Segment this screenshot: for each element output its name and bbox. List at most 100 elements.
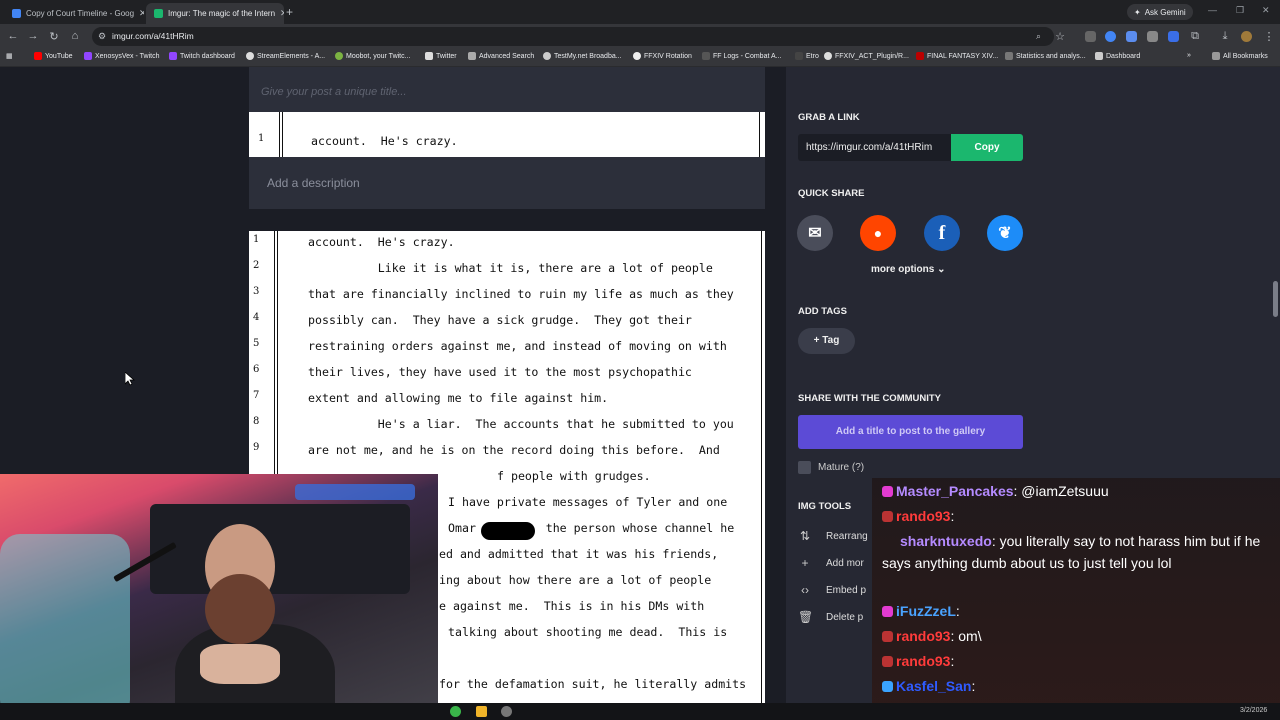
docs-icon <box>12 9 21 18</box>
delete-tool[interactable]: 🗑 Delete p <box>798 610 863 624</box>
trash-icon: 🗑 <box>798 610 814 624</box>
tab-court-timeline[interactable]: Copy of Court Timeline - Goog ✕ <box>4 3 144 24</box>
bookmark-fflogs[interactable]: FF Logs - Combat A... <box>702 52 781 60</box>
home-icon[interactable]: ⌂ <box>68 30 82 42</box>
bookmark-dashboard[interactable]: Dashboard <box>1095 52 1140 60</box>
extension-icon[interactable] <box>1147 31 1158 42</box>
embed-tool[interactable]: ‹› Embed p <box>798 583 866 597</box>
post-title-input[interactable]: Give your post a unique title... <box>249 67 765 112</box>
community-heading: SHARE WITH THE COMMUNITY <box>798 393 942 404</box>
zoom-icon[interactable]: ⌕ <box>1036 31 1041 42</box>
apps-grid-icon[interactable]: ▦ <box>6 52 13 60</box>
bookmark-etro[interactable]: Etro <box>795 52 819 60</box>
transcript-line: talking about shooting me dead. This is <box>448 625 728 639</box>
maximize-icon[interactable]: ❐ <box>1236 5 1244 16</box>
transcript-line: ing about how there are a lot of people <box>439 573 712 587</box>
tab-imgur[interactable]: Imgur: The magic of the Intern ✕ <box>146 3 284 24</box>
new-tab-icon[interactable]: + <box>286 5 293 19</box>
line-number: 3 <box>253 286 260 297</box>
stream-chat-overlay: Master_Pancakes: @iamZetsuuu rando93: sh… <box>872 478 1280 706</box>
bookmark-ffxiv-rotation[interactable]: FFXIV Rotation <box>633 52 692 60</box>
folder-icon[interactable] <box>476 706 487 717</box>
bookmark-star-icon[interactable]: ☆ <box>1053 30 1067 43</box>
app-icon[interactable] <box>501 706 512 717</box>
transcript-line: are not me, and he is on the record doin… <box>308 443 720 457</box>
extensions-puzzle-icon[interactable]: ⧉ <box>1188 30 1202 43</box>
app-icon[interactable] <box>450 706 461 717</box>
transcript-line: e against me. This is in his DMs with <box>439 599 705 613</box>
bookmark-twitch-dashboard[interactable]: Twitch dashboard <box>169 52 235 60</box>
chat-message: Kasfel_San: <box>882 675 1262 697</box>
bookmark-twitter[interactable]: Twitter <box>425 52 457 60</box>
reddit-share-icon[interactable]: ● <box>860 215 896 251</box>
plus-icon: + <box>813 335 823 346</box>
title-placeholder: Give your post a unique title... <box>261 86 407 98</box>
transcript-line: extent and allowing me to file against h… <box>308 391 609 405</box>
line-number: 1 <box>258 133 265 144</box>
chat-message: Master_Pancakes: @iamZetsuuu <box>882 480 1262 502</box>
post-to-gallery-button[interactable]: Add a title to post to the gallery <box>798 415 1023 449</box>
line-number: 9 <box>253 442 260 453</box>
transcript-line: account. He's crazy. <box>308 235 455 249</box>
chat-username: rando93 <box>896 653 951 669</box>
bookmark-advanced-search[interactable]: Advanced Search <box>468 52 534 60</box>
subscriber-badge-icon <box>882 606 893 617</box>
all-bookmarks[interactable]: All Bookmarks <box>1212 52 1268 60</box>
share-link-text: https://imgur.com/a/41tHRim <box>806 142 933 153</box>
copy-link-button[interactable]: Copy <box>951 134 1023 161</box>
menu-icon[interactable]: ⋮ <box>1262 30 1276 43</box>
bookmark-act-plugin[interactable]: FFXIV_ACT_Plugin/R... <box>824 52 909 60</box>
subscriber-badge-icon <box>882 486 893 497</box>
close-tab-icon[interactable]: ✕ <box>280 8 284 19</box>
mature-checkbox[interactable] <box>798 461 811 474</box>
chat-username: rando93 <box>896 628 951 644</box>
address-bar[interactable]: ⚙ imgur.com/a/41tHRim ⌕ <box>92 27 1054 46</box>
taskbar: 3/2/2026 <box>0 703 1280 720</box>
mouse-cursor-icon <box>125 372 135 386</box>
ask-gemini-button[interactable]: ✦ Ask Gemini <box>1127 4 1193 20</box>
minimize-icon[interactable]: — <box>1208 5 1217 15</box>
facebook-share-icon[interactable]: f <box>924 215 960 251</box>
bookmark-statistics[interactable]: Statistics and analys... <box>1005 52 1086 60</box>
transcript-line: that are financially inclined to ruin my… <box>308 287 734 301</box>
chat-username: iFuzZzeL <box>896 603 956 619</box>
chat-message: sharkntuxedo: you literally say to not h… <box>882 533 1261 571</box>
badge-icon <box>882 656 893 667</box>
back-icon[interactable]: ← <box>6 30 20 42</box>
tab-title: Imgur: The magic of the Intern <box>168 9 276 18</box>
bookmark-streamelements[interactable]: StreamElements - A... <box>246 52 325 60</box>
share-link-field[interactable]: https://imgur.com/a/41tHRim <box>798 134 951 161</box>
description-input[interactable]: Add a description <box>249 157 765 209</box>
bookmark-moobot[interactable]: Moobot, your Twitc... <box>335 52 410 60</box>
add-more-tool[interactable]: + Add mor <box>798 556 863 570</box>
forward-icon[interactable]: → <box>26 30 40 42</box>
email-share-icon[interactable]: ✉ <box>797 215 833 251</box>
extension-icon[interactable] <box>1105 31 1116 42</box>
bookmark-youtube[interactable]: YouTube <box>34 52 73 60</box>
site-info-icon[interactable]: ⚙ <box>98 31 106 42</box>
transcript-line: for the defamation suit, he literally ad… <box>439 677 747 691</box>
bluesky-share-icon[interactable]: ❦ <box>987 215 1023 251</box>
scrollbar-thumb[interactable] <box>1273 281 1278 317</box>
profile-avatar[interactable] <box>1241 31 1252 42</box>
shelf-backdrop <box>150 504 410 594</box>
bookmark-xenosysvex[interactable]: XenosysVex - Twitch <box>84 52 159 60</box>
more-bookmarks-icon[interactable]: » <box>1187 52 1191 59</box>
reload-icon[interactable]: ↻ <box>47 30 61 43</box>
close-tab-icon[interactable]: ✕ <box>139 8 144 19</box>
download-icon[interactable]: ⤓ <box>1218 30 1232 43</box>
quick-share-heading: QUICK SHARE <box>798 188 865 199</box>
close-window-icon[interactable]: ✕ <box>1262 5 1270 16</box>
add-tag-button[interactable]: + Tag <box>798 328 855 354</box>
bookmark-ffxiv[interactable]: FINAL FANTASY XIV... <box>916 52 998 60</box>
blue-light <box>295 484 415 500</box>
gemini-icon: ✦ <box>1134 7 1141 17</box>
extension-icon[interactable] <box>1168 31 1179 42</box>
transcript-line: Like it is what it is, there are a lot o… <box>308 261 713 275</box>
rearrange-tool[interactable]: ⇅ Rearrang <box>798 529 868 543</box>
more-options-button[interactable]: more options ⌄ <box>871 264 946 275</box>
badge-icon <box>882 511 893 522</box>
extension-icon[interactable] <box>1085 31 1096 42</box>
bookmark-testmy[interactable]: TestMy.net Broadba... <box>543 52 622 60</box>
extension-icon[interactable] <box>1126 31 1137 42</box>
